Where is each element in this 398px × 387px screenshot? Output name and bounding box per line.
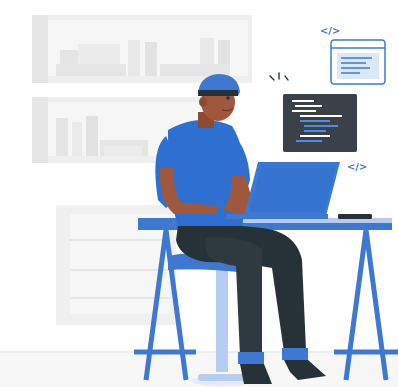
developer-at-desk-illustration: </> </>: [0, 15, 398, 387]
code-bracket-icon: </>: [320, 26, 340, 37]
code-tag-top: </>: [320, 26, 340, 37]
code-editor-window-icon: [283, 94, 357, 152]
sparkle-marks-icon: [269, 72, 289, 81]
browser-window-icon: [330, 39, 386, 85]
code-bracket-icon: </>: [347, 162, 367, 173]
code-tag-right: </>: [347, 162, 367, 173]
